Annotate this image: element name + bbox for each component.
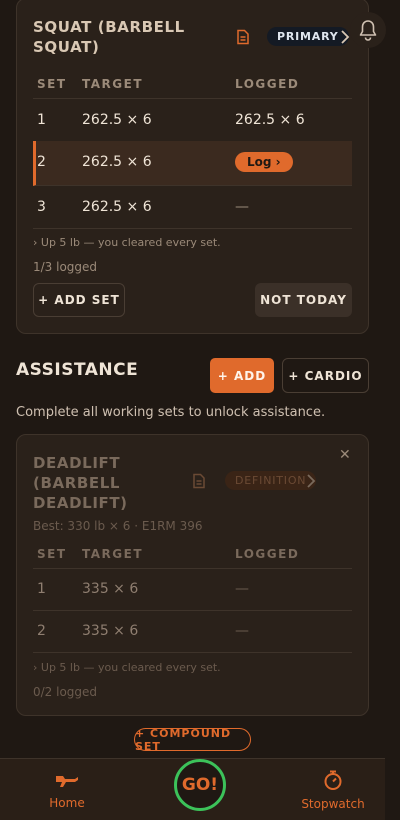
exercise-title: SQUAT (BARBELL SQUAT) (33, 18, 185, 56)
set-number: 3 (37, 199, 46, 215)
column-logged: LOGGED (235, 77, 300, 91)
set-number: 1 (37, 581, 46, 597)
progression-hint: › Up 5 lb — you cleared every set. (33, 236, 221, 249)
best-record: Best: 330 lb × 6 · E1RM 396 (33, 519, 203, 533)
go-button[interactable]: GO! (174, 759, 226, 811)
set-number: 2 (37, 623, 46, 639)
set-logged: — (235, 581, 249, 597)
set-target: 262.5 × 6 (82, 112, 152, 128)
assistance-exercise-card: DEADLIFT (BARBELL DEADLIFT) DEFINITION ✕… (16, 434, 369, 716)
nav-home[interactable]: Home (40, 771, 94, 810)
not-today-button[interactable]: NOT TODAY (255, 283, 352, 317)
add-cardio-button[interactable]: + CARDIO (282, 358, 369, 393)
add-compound-set-button[interactable]: + COMPOUND SET (134, 727, 251, 753)
set-row: 2 335 × 6 — (33, 610, 352, 653)
set-logged: — (235, 199, 249, 215)
logged-count: 0/2 logged (33, 685, 98, 699)
set-logged: 262.5 × 6 (235, 112, 305, 128)
home-dumbbell-icon (56, 776, 78, 787)
column-target: TARGET (82, 547, 144, 561)
set-target: 262.5 × 6 (82, 154, 152, 170)
set-row[interactable]: 3 262.5 × 6 — (33, 186, 352, 229)
set-target: 335 × 6 (82, 623, 139, 639)
document-icon[interactable] (191, 473, 207, 489)
definition-badge: DEFINITION (225, 471, 317, 490)
progression-hint: › Up 5 lb — you cleared every set. (33, 661, 221, 674)
set-target: 262.5 × 6 (82, 199, 152, 215)
set-row-active[interactable]: 2 262.5 × 6 Log › (33, 141, 352, 186)
notifications-button[interactable] (350, 12, 386, 48)
nav-stopwatch-label: Stopwatch (301, 797, 365, 811)
close-icon[interactable]: ✕ (339, 447, 351, 463)
exercise-title: DEADLIFT (BARBELL DEADLIFT) (33, 454, 128, 512)
set-number: 2 (37, 154, 46, 170)
column-logged: LOGGED (235, 547, 300, 561)
log-set-button[interactable]: Log › (235, 152, 293, 172)
assistance-title: ASSISTANCE (16, 360, 139, 380)
set-row: 1 335 × 6 — (33, 568, 352, 611)
bottom-nav: Home GO! Stopwatch (0, 758, 385, 820)
nav-home-label: Home (49, 796, 85, 810)
table-header: SET TARGET LOGGED (33, 539, 352, 569)
set-target: 335 × 6 (82, 581, 139, 597)
table-header: SET TARGET LOGGED (33, 69, 352, 99)
set-number: 1 (37, 112, 46, 128)
column-target: TARGET (82, 77, 144, 91)
primary-badge: PRIMARY (267, 27, 349, 46)
bell-icon (359, 20, 377, 41)
add-set-button[interactable]: + ADD SET (33, 283, 125, 317)
column-set: SET (37, 77, 67, 91)
set-row[interactable]: 1 262.5 × 6 262.5 × 6 (33, 99, 352, 142)
column-set: SET (37, 547, 67, 561)
unlock-message: Complete all working sets to unlock assi… (16, 405, 326, 420)
add-assistance-button[interactable]: + ADD (210, 358, 274, 393)
logged-count: 1/3 logged (33, 260, 98, 274)
primary-exercise-card: SQUAT (BARBELL SQUAT) PRIMARY SET TARGET… (16, 0, 369, 334)
nav-stopwatch[interactable]: Stopwatch (298, 769, 368, 811)
stopwatch-icon (324, 770, 342, 790)
document-icon[interactable] (235, 29, 251, 45)
set-logged: — (235, 623, 249, 639)
chevron-right-icon[interactable] (305, 474, 317, 488)
